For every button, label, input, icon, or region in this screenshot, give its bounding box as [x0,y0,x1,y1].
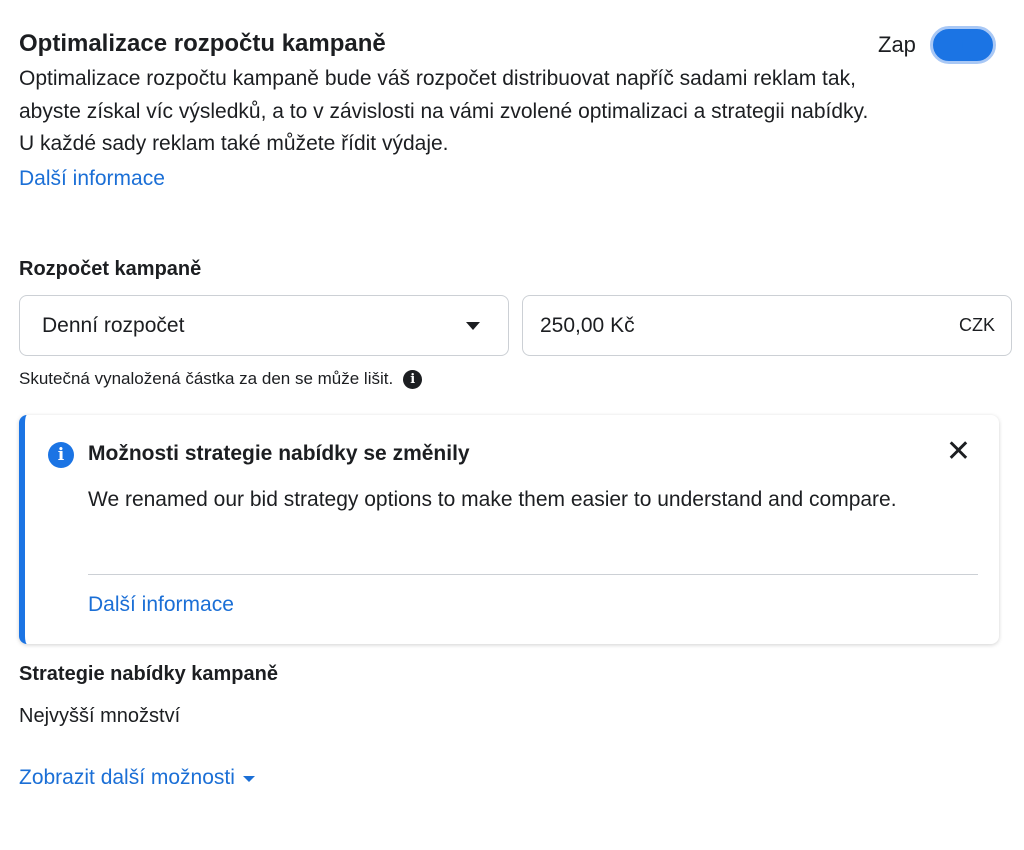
budget-hint: Skutečná vynaložená částka za den se můž… [19,369,423,389]
toggle-knob [961,30,992,60]
more-options-label: Zobrazit další možnosti [19,766,235,789]
bid-strategy-notice: i Možnosti strategie nabídky se změnily … [19,415,999,644]
currency-label: CZK [959,315,995,335]
section-title: Optimalizace rozpočtu kampaně [19,30,386,57]
optimization-toggle[interactable] [929,26,996,64]
notice-divider [88,574,978,575]
optimization-description: Optimalizace rozpočtu kampaně bude váš r… [19,67,869,155]
budget-type-value: Denní rozpočet [42,313,185,337]
notice-learn-more-link[interactable]: Další informace [88,593,234,617]
chevron-down-icon [242,776,255,782]
budget-hint-text: Skutečná vynaložená částka za den se můž… [19,369,394,388]
optimization-toggle-group: Zap [878,26,996,64]
info-icon[interactable]: i [403,369,423,389]
close-icon[interactable]: ✕ [946,437,971,467]
bid-strategy-label: Strategie nabídky kampaně [19,663,278,685]
campaign-budget-label: Rozpočet kampaně [19,258,202,280]
budget-amount-value: 250,00 Kč [540,313,635,337]
toggle-label: Zap [878,32,916,57]
notice-body: We renamed our bid strategy options to m… [88,488,897,511]
budget-amount-input[interactable]: 250,00 Kč CZK [522,295,1012,356]
info-circle-icon: i [48,442,74,468]
learn-more-link[interactable]: Další informace [19,167,165,191]
bid-strategy-value: Nejvyšší množství [19,705,181,727]
dropdown-arrow-icon [466,322,480,330]
budget-type-select[interactable]: Denní rozpočet [19,295,509,356]
notice-title: Možnosti strategie nabídky se změnily [88,442,470,465]
more-options-link[interactable]: Zobrazit další možnosti [19,766,255,790]
